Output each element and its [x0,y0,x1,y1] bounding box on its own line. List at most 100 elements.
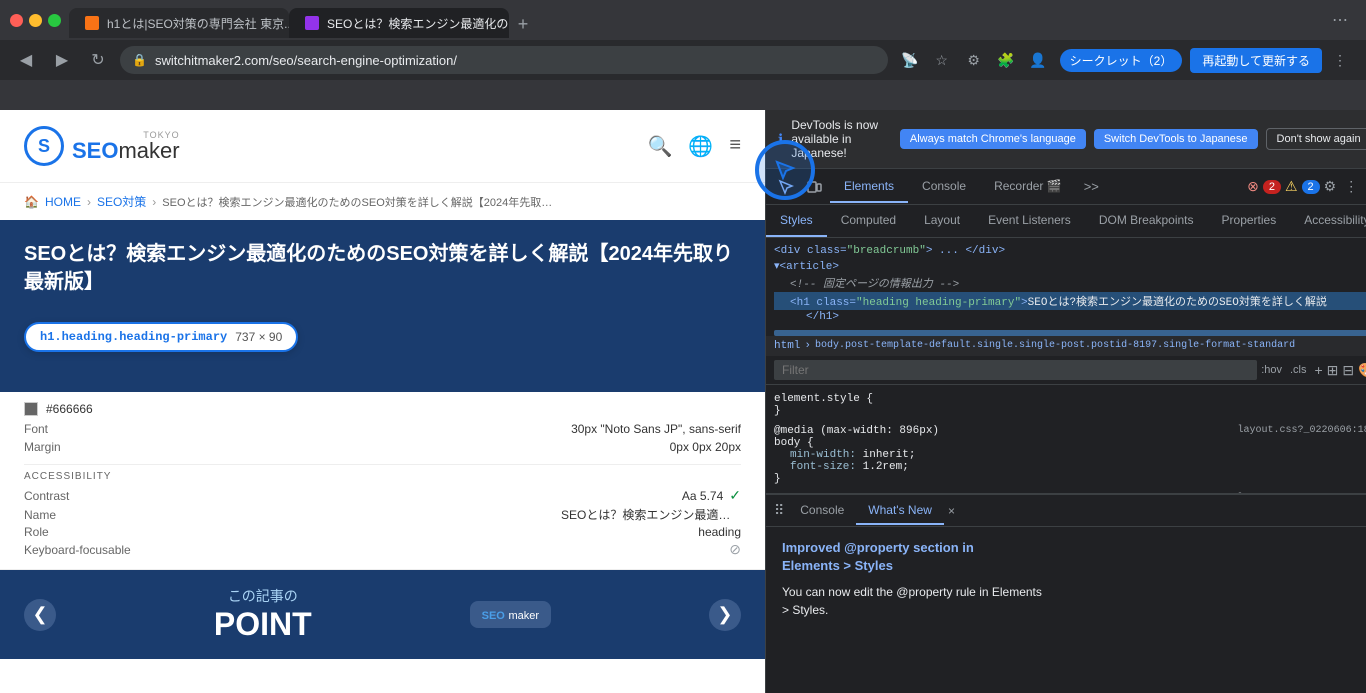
url-text: switchitmaker2.com/seo/search-engine-opt… [155,53,457,68]
bottom-tab-whats-new[interactable]: What's New [856,497,944,525]
address-bar[interactable]: 🔒 switchitmaker2.com/seo/search-engine-o… [120,46,888,74]
dont-show-button[interactable]: Don't show again [1266,128,1366,150]
more-tabs-button[interactable]: >> [1076,171,1107,202]
left-arrow[interactable]: ❮ [24,599,56,631]
search-icon[interactable]: 🔍 [648,134,673,159]
always-match-button[interactable]: Always match Chrome's language [900,129,1086,149]
css-block-media: @media (max-width: 896px) layout.css?_02… [774,425,1366,485]
incognito-badge: シークレット（2） [1060,49,1183,72]
right-arrow[interactable]: ❯ [709,599,741,631]
name-value: SEOとは？検索エンジン最適化のための... [561,506,741,523]
tab-elements[interactable]: Elements [830,171,908,203]
html-tree-line-5[interactable]: </h1> [774,310,1366,324]
toggle-dark-colors-button[interactable]: 🎨 [1358,362,1366,379]
cls-button[interactable]: .cls [1290,364,1307,376]
devtools-settings-icon[interactable]: ⚙ [1324,178,1337,195]
window-controls: ⋯ [1332,10,1356,30]
breadcrumb-home[interactable]: 🏠 [24,195,39,209]
menu-icon[interactable]: ≡ [729,134,741,159]
role-row: Role heading [24,524,741,540]
tab-2[interactable]: SEOとは？検索エンジン最適化の... × [289,8,509,38]
font-label: Font [24,422,48,436]
html-tree-line-3[interactable]: <!-- 固定ページの情報出力 --> [774,274,1366,292]
bottom-panel: ⠿ Console What's New × × Improved @prope… [766,493,1366,693]
breadcrumb-seo[interactable]: SEO対策 [97,193,146,210]
logo-letter: S [38,136,50,157]
margin-value: 0px 0px 20px [670,440,741,454]
close-window-button[interactable] [10,14,23,27]
sub-tab-accessibility[interactable]: Accessibility [1290,205,1366,237]
improved-property-link[interactable]: Improved @property section inElements > … [782,539,1366,575]
hero-section: SEOとは？検索エンジン最適化のためのSEO対策を詳しく解説【2024年先取り最… [0,220,765,312]
back-button[interactable]: ◀ [12,46,40,74]
minimize-window-button[interactable] [29,14,42,27]
more-options-icon[interactable]: ⋮ [1326,46,1354,74]
tab-console[interactable]: Console [908,171,980,203]
breadcrumb-home-label[interactable]: HOME [45,195,81,209]
breadcrumb-sep-1: › [87,195,91,209]
tab-favicon-2 [305,16,319,30]
tab-1[interactable]: h1とは|SEO対策の専門会社 東京... × [69,8,289,38]
sub-tab-layout[interactable]: Layout [910,205,974,237]
browser-chrome: h1とは|SEO対策の専門会社 東京... × SEOとは？検索エンジン最適化の… [0,0,1366,110]
error-count: 2 [1263,180,1281,194]
html-tree: <div class="breadcrumb"> ... </div> ▾<ar… [766,238,1366,330]
devtools-toolbar: Elements Console Recorder 🎬 >> ⊗ 2 ⚠ 2 ⚙… [766,169,1366,205]
forward-button[interactable]: ▶ [48,46,76,74]
maker-footer-text: maker [508,610,539,622]
styles-filter-input[interactable] [774,360,1257,380]
star-icon[interactable]: ☆ [928,46,956,74]
name-row: Name SEOとは？検索エンジン最適化のための... [24,505,741,524]
sub-tab-computed[interactable]: Computed [827,205,910,237]
element-tag-box: h1.heading.heading-primary 737 × 90 [24,322,298,352]
cast-icon[interactable]: 📡 [896,46,924,74]
webpage-breadcrumb: 🏠 HOME › SEO対策 › SEOとは？検索エンジン最適化のためのSEO対… [0,183,765,220]
inspector-circle [755,140,815,200]
logo-maker: maker [118,140,179,162]
logo-seo: SEO [72,140,118,162]
sub-tab-properties[interactable]: Properties [1208,205,1291,237]
sub-tab-event-listeners[interactable]: Event Listeners [974,205,1085,237]
new-tab-button[interactable]: + [509,10,537,38]
globe-icon[interactable]: 🌐 [688,134,713,159]
accessibility-section: ACCESSIBILITY Contrast Aa 5.74 ✓ Name SE… [24,464,741,559]
point-label: この記事の [228,586,298,606]
inspect-computed-button[interactable]: ⊟ [1342,362,1354,379]
add-style-button[interactable]: + [1314,362,1322,378]
bc-body[interactable]: body.post-template-default.single.single… [815,340,1295,352]
drag-handle-icon[interactable]: ⠿ [774,502,784,519]
new-style-rule-button[interactable]: ⊞ [1327,362,1339,379]
sub-tab-dom-breakpoints[interactable]: DOM Breakpoints [1085,205,1208,237]
tab-favicon-1 [85,16,99,30]
html-tree-line-2[interactable]: ▾<article> [774,258,1366,274]
reload-update-button[interactable]: 再起動して更新する [1190,48,1322,73]
html-tree-line-4[interactable]: <h1 class="heading heading-primary">SEOと… [774,292,1366,310]
header-icons: 🔍 🌐 ≡ [648,134,741,159]
refresh-button[interactable]: ↻ [84,46,112,74]
html-tree-line-1[interactable]: <div class="breadcrumb"> ... </div> [774,244,1366,258]
keyboard-focusable-icon: ⊘ [729,541,741,558]
hov-button[interactable]: :hov [1261,364,1282,376]
devtools-tabs: Elements Console Recorder 🎬 >> [830,171,1243,203]
error-badges: ⊗ 2 ⚠ 2 ⚙ ⋮ × [1247,178,1366,196]
title-bar: h1とは|SEO対策の専門会社 東京... × SEOとは？検索エンジン最適化の… [0,0,1366,40]
css-block-element-style: element.style { } [774,393,1366,417]
profile-icon[interactable]: 👤 [1024,46,1052,74]
devtools-more-icon[interactable]: ⋮ [1340,178,1362,195]
extensions-icon[interactable]: 🧩 [992,46,1020,74]
bottom-tab-console[interactable]: Console [788,497,856,525]
switch-devtools-button[interactable]: Switch DevTools to Japanese [1094,129,1258,149]
html-comment: <!-- 固定ページの情報出力 --> [790,279,959,291]
margin-row: Margin 0px 0px 20px [24,438,741,456]
maximize-window-button[interactable] [48,14,61,27]
settings-icon[interactable]: ⚙ [960,46,988,74]
whats-new-close-button[interactable]: × [944,502,959,520]
logo-circle: S [24,126,64,166]
tab-recorder[interactable]: Recorder 🎬 [980,171,1076,203]
sub-tab-styles[interactable]: Styles [766,205,827,237]
elements-sub-tabs: Styles Computed Layout Event Listeners D… [766,205,1366,238]
bc-html[interactable]: html [774,340,800,352]
styles-content: element.style { } @media (max-width: 896… [766,385,1366,493]
css-selector-element: element.style { [774,393,873,405]
accessibility-header: ACCESSIBILITY [24,464,741,482]
